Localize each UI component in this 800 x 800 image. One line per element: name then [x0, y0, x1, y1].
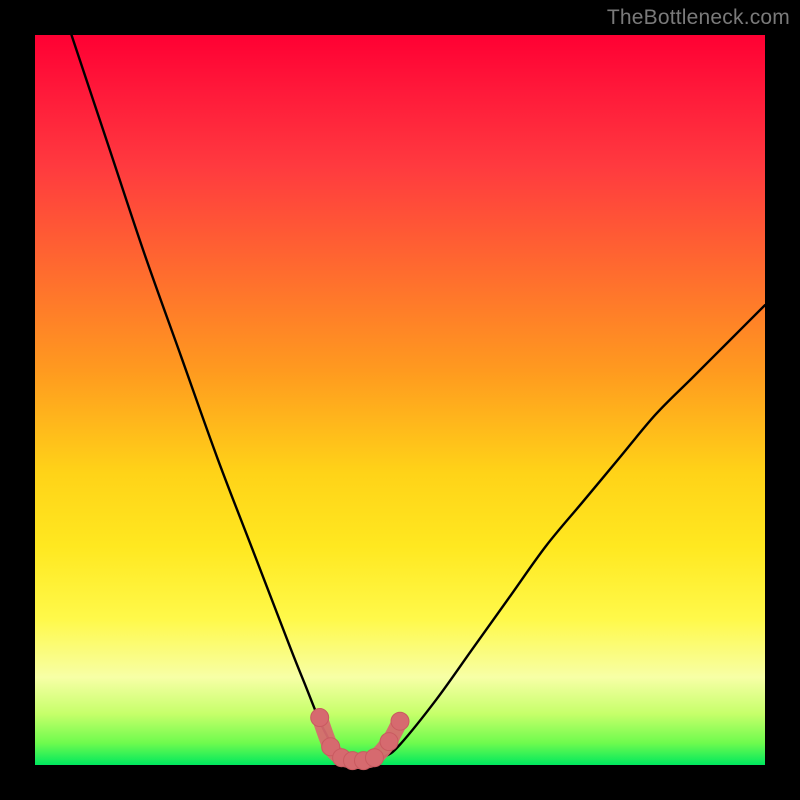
trough-left-edge-dot	[311, 709, 329, 727]
bottleneck-curve	[72, 35, 766, 761]
trough-right-edge-dot	[380, 733, 398, 751]
trough-5-dot	[365, 749, 383, 767]
chart-frame: TheBottleneck.com	[0, 0, 800, 800]
plot-area	[35, 35, 765, 765]
trough-marker-dots	[311, 709, 409, 770]
trough-right-2-dot	[391, 712, 409, 730]
watermark-text: TheBottleneck.com	[607, 6, 790, 30]
chart-svg	[35, 35, 765, 765]
